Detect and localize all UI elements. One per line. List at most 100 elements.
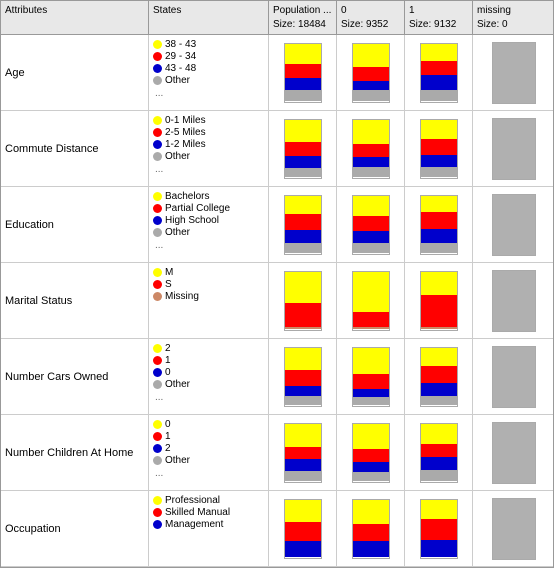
bar-segment [285, 471, 321, 481]
bar-segment [285, 447, 321, 460]
header-col1: 1 Size: 9132 [405, 1, 473, 34]
cell-chart-occupation-2 [405, 491, 473, 566]
legend-label: 38 - 43 [165, 39, 196, 50]
bar-chart [352, 195, 390, 255]
legend-label: Skilled Manual [165, 507, 230, 518]
legend-dot [153, 292, 162, 301]
cell-missing-number-cars-owned [473, 339, 554, 414]
ellipsis: ... [153, 240, 163, 251]
cell-chart-marital-status-1 [337, 263, 405, 338]
bar-segment [353, 216, 389, 231]
bar-segment [285, 214, 321, 230]
cell-chart-commute-distance-2 [405, 111, 473, 186]
cell-states-occupation: ProfessionalSkilled ManualManagement [149, 491, 269, 566]
bar-chart [420, 271, 458, 331]
legend-item: 0-1 Miles [153, 115, 206, 126]
bar-segment [353, 196, 389, 217]
bar-segment [285, 541, 321, 558]
legend-item: 0 [153, 367, 171, 378]
cell-chart-education-1 [337, 187, 405, 262]
bar-segment [421, 75, 457, 90]
bar-chart [420, 423, 458, 483]
legend-item: Bachelors [153, 191, 209, 202]
bar-chart [352, 423, 390, 483]
bar-chart [352, 43, 390, 103]
legend-label: High School [165, 215, 219, 226]
header-missing-size: Size: 0 [477, 19, 508, 30]
legend-item: 2-5 Miles [153, 127, 206, 138]
bar-segment [353, 424, 389, 450]
cell-chart-number-children-0 [269, 415, 337, 490]
bar-segment [285, 64, 321, 79]
bar-segment [421, 243, 457, 253]
bar-chart [284, 195, 322, 255]
legend-item: High School [153, 215, 219, 226]
bar-segment [421, 229, 457, 243]
table-body: Age38 - 4329 - 3443 - 48Other...Commute … [1, 35, 553, 567]
table-row: Marital StatusMSMissing [1, 263, 553, 339]
bar-segment [353, 144, 389, 157]
legend-label: 1-2 Miles [165, 139, 206, 150]
bar-segment [353, 120, 389, 144]
bar-segment [421, 348, 457, 367]
legend-label: Other [165, 455, 190, 466]
bar-segment [353, 472, 389, 481]
legend-item: Professional [153, 495, 220, 506]
legend-label: Management [165, 519, 223, 530]
bar-chart [284, 347, 322, 407]
legend-item: 29 - 34 [153, 51, 196, 62]
legend-label: 29 - 34 [165, 51, 196, 62]
cell-chart-education-2 [405, 187, 473, 262]
legend-dot [153, 228, 162, 237]
legend-label: 0 [165, 367, 171, 378]
bar-chart [420, 119, 458, 179]
bar-chart [284, 119, 322, 179]
legend-dot [153, 140, 162, 149]
bar-segment [353, 312, 389, 327]
bar-segment [285, 459, 321, 471]
bar-segment [285, 396, 321, 405]
bar-segment [421, 90, 457, 102]
bar-segment [353, 397, 389, 405]
legend-label: Other [165, 227, 190, 238]
bar-segment [353, 231, 389, 243]
cell-attr-commute-distance: Commute Distance [1, 111, 149, 186]
legend-item: 1 [153, 355, 171, 366]
bar-segment [421, 61, 457, 76]
header-missing-label: missing [477, 5, 511, 16]
missing-gray-box [492, 270, 536, 332]
header-attributes-label: Attributes [5, 5, 47, 16]
missing-gray-box [492, 498, 536, 560]
legend-dot [153, 368, 162, 377]
legend-label: 0 [165, 419, 171, 430]
bar-segment [353, 389, 389, 397]
legend-item: S [153, 279, 172, 290]
legend-label: S [165, 279, 172, 290]
bar-segment [421, 519, 457, 540]
bar-segment [285, 424, 321, 447]
cell-chart-occupation-1 [337, 491, 405, 566]
legend-label: Partial College [165, 203, 230, 214]
cell-chart-commute-distance-0 [269, 111, 337, 186]
cell-attr-number-cars-owned: Number Cars Owned [1, 339, 149, 414]
legend-item: Partial College [153, 203, 230, 214]
cell-states-number-children: 012Other... [149, 415, 269, 490]
header-missing: missing Size: 0 [473, 1, 554, 34]
legend-item: 38 - 43 [153, 39, 196, 50]
legend-item: Other [153, 455, 190, 466]
bar-segment [353, 243, 389, 253]
cell-missing-marital-status [473, 263, 554, 338]
cell-chart-occupation-0 [269, 491, 337, 566]
cell-attr-marital-status: Marital Status [1, 263, 149, 338]
bar-chart [420, 499, 458, 559]
legend-item: 1 [153, 431, 171, 442]
missing-gray-box [492, 422, 536, 484]
legend-dot [153, 356, 162, 365]
bar-segment [353, 449, 389, 462]
table-row: EducationBachelorsPartial CollegeHigh Sc… [1, 187, 553, 263]
bar-segment [421, 327, 457, 330]
bar-segment [285, 303, 321, 326]
bar-segment [353, 272, 389, 313]
bar-segment [285, 327, 321, 330]
legend-label: Professional [165, 495, 220, 506]
